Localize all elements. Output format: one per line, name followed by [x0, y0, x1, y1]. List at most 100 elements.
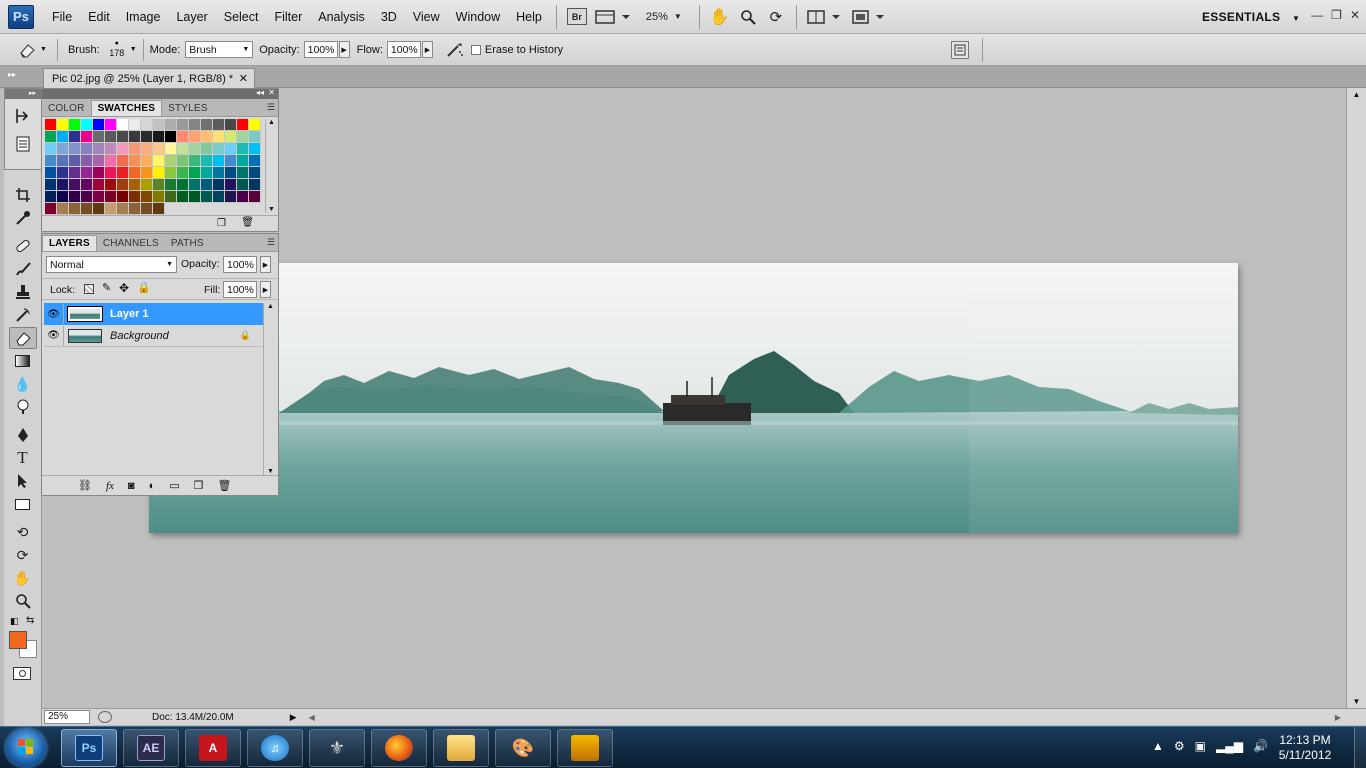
swatches-scrollbar[interactable]: ▲ ▼ [265, 119, 277, 213]
color-swatch[interactable] [129, 131, 141, 143]
gradient-tool[interactable] [9, 350, 37, 372]
color-swatch[interactable] [177, 131, 189, 143]
menu-analysis[interactable]: Analysis [310, 10, 373, 24]
color-swatch[interactable] [177, 179, 189, 191]
color-swatch[interactable] [81, 179, 93, 191]
color-swatch[interactable] [117, 167, 129, 179]
history-panel-button[interactable] [9, 105, 37, 127]
color-swatch[interactable] [129, 119, 141, 131]
color-swatch[interactable] [45, 179, 57, 191]
color-swatch[interactable] [213, 155, 225, 167]
color-swatch[interactable] [201, 179, 213, 191]
color-swatch[interactable] [117, 143, 129, 155]
color-swatch[interactable] [45, 131, 57, 143]
delete-layer-icon[interactable]: 🗑 [218, 479, 232, 492]
color-swatch[interactable] [141, 191, 153, 203]
color-swatch[interactable] [213, 191, 225, 203]
color-swatch[interactable] [153, 179, 165, 191]
color-swatch[interactable] [69, 179, 81, 191]
color-swatch[interactable] [93, 203, 105, 215]
brush-picker[interactable]: ● 178 [108, 40, 126, 59]
tab-styles[interactable]: STYLES [162, 101, 214, 116]
tab-channels[interactable]: CHANNELS [97, 236, 165, 251]
taskbar-paint[interactable]: 🎨 [495, 729, 551, 767]
color-swatch[interactable] [141, 131, 153, 143]
color-swatch[interactable] [201, 155, 213, 167]
color-swatch[interactable] [93, 155, 105, 167]
color-swatch[interactable] [213, 131, 225, 143]
foreground-color-swatch[interactable] [9, 631, 27, 649]
new-layer-icon[interactable]: ❐ [194, 479, 204, 492]
color-swatch[interactable] [225, 143, 237, 155]
crop-tool[interactable] [9, 184, 37, 206]
brush-tool[interactable] [9, 258, 37, 280]
color-swatch[interactable] [105, 155, 117, 167]
taskbar-photoshop[interactable]: Ps [61, 729, 117, 767]
start-button[interactable] [6, 729, 46, 767]
color-swatch[interactable] [177, 167, 189, 179]
close-icon[interactable]: ✕ [1350, 8, 1360, 22]
color-swatch[interactable] [45, 203, 57, 215]
tool-preset-picker[interactable]: ▼ [18, 42, 47, 58]
color-swatch[interactable] [81, 119, 93, 131]
blend-mode-select[interactable]: Normal ▼ [46, 256, 177, 273]
color-swatch[interactable] [93, 131, 105, 143]
color-swatch[interactable] [213, 143, 225, 155]
dodge-tool[interactable] [9, 396, 37, 418]
color-swatch[interactable] [69, 203, 81, 215]
color-swatch[interactable] [93, 191, 105, 203]
taskbar-firefox[interactable] [371, 729, 427, 767]
tab-swatches[interactable]: SWATCHES [90, 100, 163, 116]
color-swatch[interactable] [249, 143, 261, 155]
color-swatch[interactable] [69, 191, 81, 203]
color-swatch[interactable] [237, 143, 249, 155]
type-tool[interactable]: T [9, 447, 37, 469]
color-swatch[interactable] [117, 119, 129, 131]
color-swatch[interactable] [249, 155, 261, 167]
flow-input[interactable]: 100% [386, 41, 421, 58]
color-swatch[interactable] [81, 131, 93, 143]
color-swatch[interactable] [153, 167, 165, 179]
color-swatch[interactable] [129, 155, 141, 167]
color-swatch[interactable] [177, 143, 189, 155]
taskbar-itunes[interactable]: ♫ [247, 729, 303, 767]
color-swatch[interactable] [57, 203, 69, 215]
menu-3d[interactable]: 3D [373, 10, 405, 24]
eye-icon[interactable]: 👁 [44, 325, 64, 346]
menu-filter[interactable]: Filter [266, 10, 310, 24]
dock-collapse-arrows[interactable]: ▸▸ [5, 89, 41, 99]
network-signal-icon[interactable]: ▂▄▆ [1216, 739, 1243, 753]
scroll-down-icon[interactable]: ▼ [1347, 697, 1366, 706]
color-swatch[interactable] [189, 143, 201, 155]
lock-transparency-icon[interactable] [84, 284, 94, 294]
color-swatch[interactable] [141, 167, 153, 179]
color-swatch[interactable] [225, 155, 237, 167]
color-swatch[interactable] [57, 131, 69, 143]
quick-mask-button[interactable] [13, 667, 31, 680]
color-swatch[interactable] [177, 155, 189, 167]
vertical-scrollbar[interactable]: ▲ ▼ [1346, 88, 1366, 708]
color-swatch[interactable] [153, 143, 165, 155]
layer-style-icon[interactable]: fx [106, 480, 114, 492]
color-swatch[interactable] [213, 179, 225, 191]
layer-opacity-input[interactable]: 100% [223, 256, 257, 273]
color-swatch[interactable] [237, 191, 249, 203]
color-swatch[interactable] [57, 179, 69, 191]
taskbar-movie-maker[interactable] [557, 729, 613, 767]
color-swatch[interactable] [165, 155, 177, 167]
color-swatch[interactable] [69, 119, 81, 131]
zoom-input[interactable]: 25% [44, 710, 90, 724]
opacity-slider-button[interactable]: ▶ [338, 41, 350, 58]
hand-tool[interactable]: ✋ [9, 567, 37, 589]
color-swatch[interactable] [105, 179, 117, 191]
color-swatch[interactable] [117, 131, 129, 143]
adjustment-layer-icon[interactable]: ◐ [149, 480, 156, 492]
zoom-level-dropdown[interactable]: 25% ▼ [638, 6, 690, 28]
rotate-view-button[interactable]: ⟳ [765, 6, 787, 28]
menu-help[interactable]: Help [508, 10, 550, 24]
blur-tool[interactable]: 💧 [9, 373, 37, 395]
color-swatch[interactable] [237, 155, 249, 167]
color-swatch[interactable] [165, 191, 177, 203]
panel-collapse-arrows[interactable]: ▸▸ [8, 70, 16, 79]
menu-layer[interactable]: Layer [168, 10, 215, 24]
